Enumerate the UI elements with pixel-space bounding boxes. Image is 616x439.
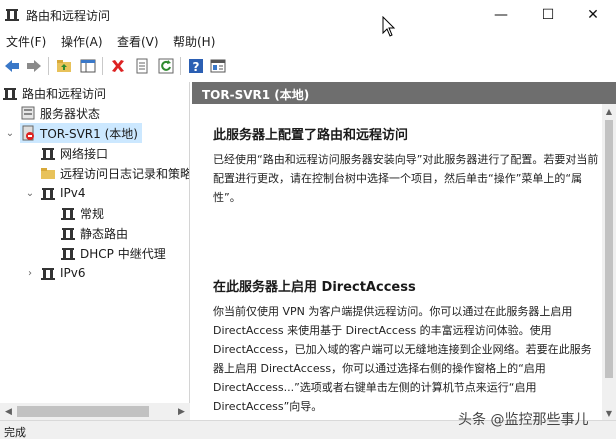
server-status-icon [21,106,35,120]
show-hide-tree-icon[interactable] [78,56,98,76]
console-tree: 路由和远程访问 服务器状态 ⌄ TOR-SVR1 (本地) 网络接口 远程访问日… [0,82,190,420]
tree-item-ipv4-dhcp-relay[interactable]: DHCP 中继代理 [60,243,166,263]
title-bar: 路由和远程访问 — ☐ ✕ [0,0,616,30]
tree-label: 路由和远程访问 [22,86,107,101]
maximize-button[interactable]: ☐ [525,0,571,30]
forward-arrow-icon[interactable] [24,56,44,76]
tree-horizontal-scrollbar[interactable]: ◀ ▶ [0,403,190,420]
tree-item-network-interfaces[interactable]: 网络接口 [40,143,108,163]
routing-icon [61,248,75,260]
scroll-thumb[interactable] [17,406,149,417]
tree-label: 静态路由 [80,226,129,241]
tree-item-ipv4-static-routes[interactable]: 静态路由 [60,223,128,243]
help-icon[interactable]: ? [186,56,206,76]
tree-item-server[interactable]: TOR-SVR1 (本地) [20,123,142,143]
server-down-icon [22,125,34,141]
toolbar: ? [0,52,616,80]
scroll-left-icon[interactable]: ◀ [0,403,17,420]
tree-label: DHCP 中继代理 [80,246,166,261]
console-icon[interactable] [208,56,228,76]
window-title: 路由和远程访问 [26,9,111,23]
tree-label: 常规 [80,206,105,221]
tree-label: IPv4 [60,186,86,200]
back-arrow-icon[interactable] [2,56,22,76]
section-body-configured: 已经使用“路由和远程访问服务器安装向导”对此服务器进行了配置。若要对当前配置进行… [213,153,599,204]
delete-icon[interactable] [108,56,128,76]
routing-icon [41,188,55,200]
pane-header: TOR-SVR1 (本地) [192,82,616,104]
tree-item-ipv4[interactable]: IPv4 [40,183,86,203]
routing-icon [61,208,75,220]
tree-item-remote-access-logging[interactable]: 远程访问日志记录和策略 [40,163,190,183]
scroll-down-icon[interactable]: ▼ [602,406,616,420]
menu-action[interactable]: 操作(A) [61,33,103,50]
menu-help[interactable]: 帮助(H) [173,33,215,50]
expand-chevron-icon[interactable]: › [24,263,36,283]
section-title-directaccess: 在此服务器上启用 DirectAccess [213,280,416,295]
scroll-thumb[interactable] [605,120,613,378]
collapse-chevron-icon[interactable]: ⌄ [4,123,16,143]
scroll-right-icon[interactable]: ▶ [173,403,190,420]
watermark: 头条 @监控那些事儿 [458,412,589,428]
folder-icon [41,168,55,179]
menu-view[interactable]: 查看(V) [117,33,159,50]
folder-up-icon[interactable] [54,56,74,76]
tree-label: TOR-SVR1 (本地) [40,126,138,141]
menu-file[interactable]: 文件(F) [6,33,46,50]
close-button[interactable]: ✕ [570,0,616,30]
collapse-chevron-icon[interactable]: ⌄ [24,183,36,203]
routing-icon [41,268,55,280]
svg-text:?: ? [193,60,200,74]
tree-label: IPv6 [60,266,86,280]
section-title-configured: 此服务器上配置了路由和远程访问 [213,128,409,143]
properties-icon[interactable] [132,56,152,76]
status-text: 完成 [4,426,26,439]
routing-icon [61,228,75,240]
details-pane: TOR-SVR1 (本地) 此服务器上配置了路由和远程访问 已经使用“路由和远程… [192,82,616,420]
tree-label: 网络接口 [60,146,109,161]
pane-body: 此服务器上配置了路由和远程访问 已经使用“路由和远程访问服务器安装向导”对此服务… [192,104,602,420]
network-interface-icon [41,148,55,160]
routing-icon [3,88,17,100]
tree-item-ipv6[interactable]: IPv6 [40,263,86,283]
tree-item-server-status[interactable]: 服务器状态 [20,103,100,123]
pane-vertical-scrollbar[interactable]: ▲ ▼ [602,104,616,420]
tree-item-routing-root[interactable]: 路由和远程访问 [2,83,106,103]
menu-bar: 文件(F) 操作(A) 查看(V) 帮助(H) [0,30,616,52]
scroll-up-icon[interactable]: ▲ [602,104,616,118]
section-body-directaccess: 你当前仅使用 VPN 为客户端提供远程访问。你可以通过在此服务器上启用 Dire… [213,305,592,413]
refresh-icon[interactable] [156,56,176,76]
tree-item-ipv4-general[interactable]: 常规 [60,203,104,223]
routing-app-icon [5,9,19,21]
tree-label: 远程访问日志记录和策略 [60,166,190,181]
tree-label: 服务器状态 [40,106,101,121]
minimize-button[interactable]: — [478,0,524,30]
mouse-cursor-icon [382,16,396,37]
